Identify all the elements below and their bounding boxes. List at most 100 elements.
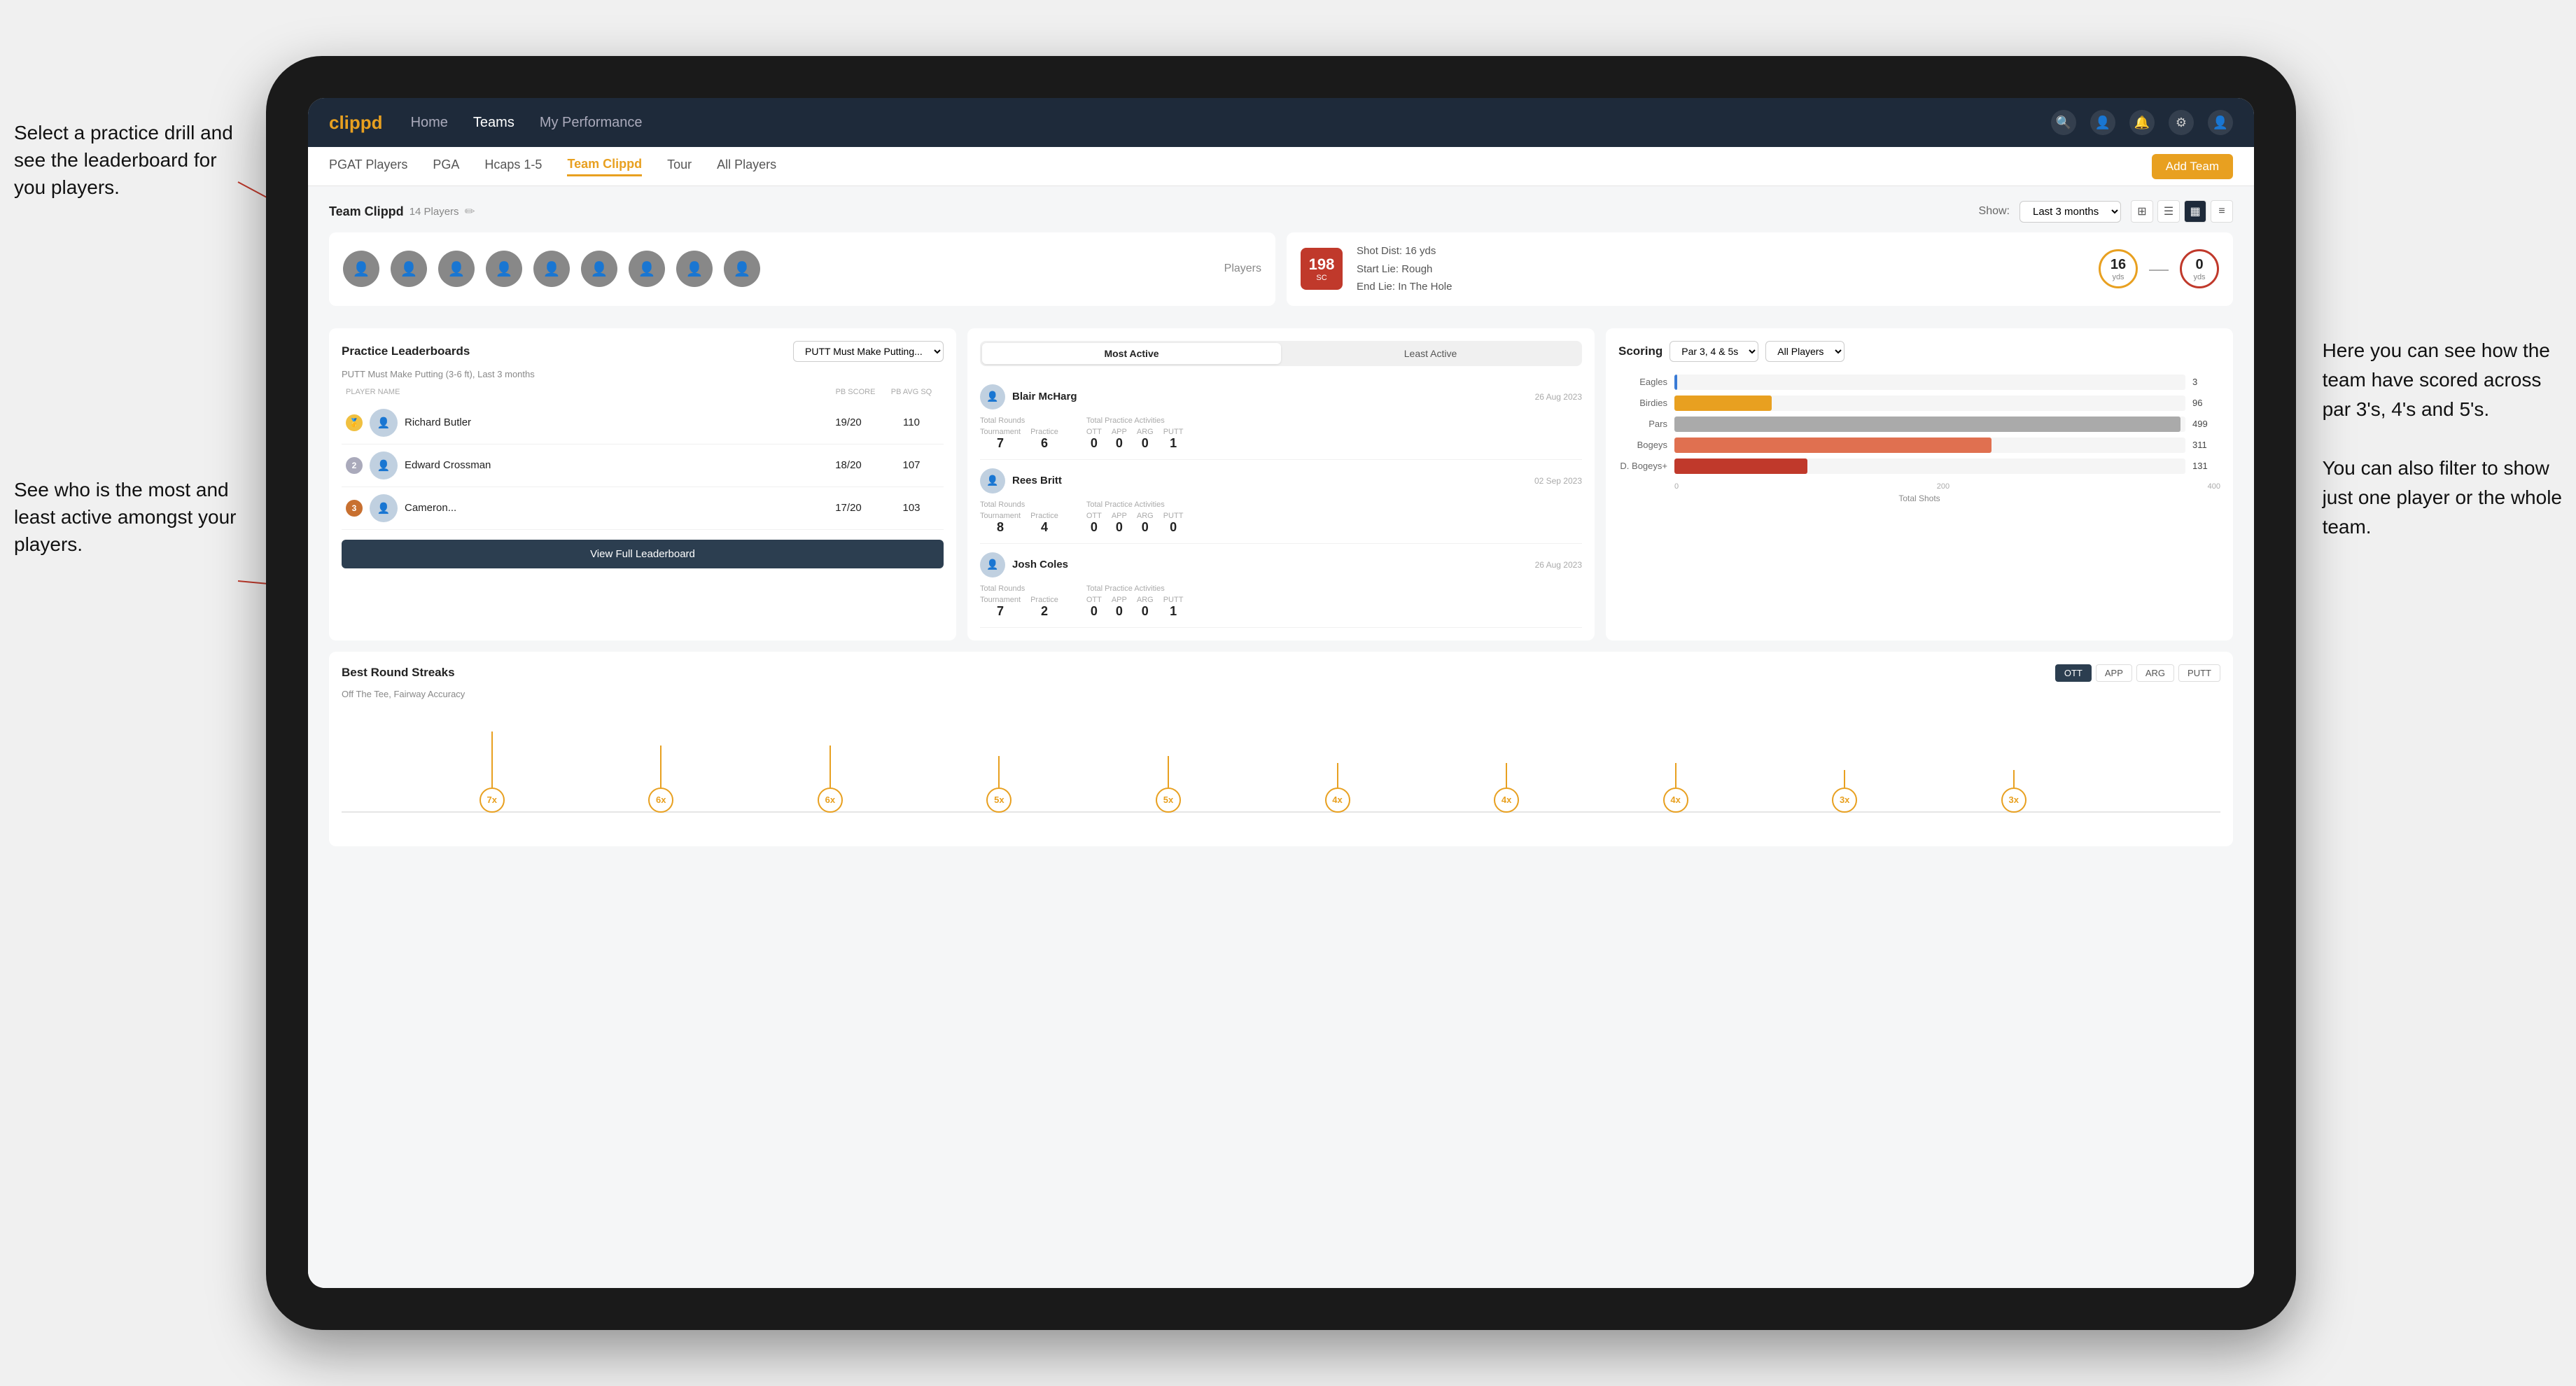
chart-bar-wrap-bogeys: [1674, 438, 2185, 453]
tab-least-active[interactable]: Least Active: [1281, 343, 1580, 364]
player-avatar-4[interactable]: 👤: [486, 251, 522, 287]
chart-label-pars: Pars: [1618, 419, 1667, 429]
streaks-tab-arg[interactable]: ARG: [2136, 664, 2174, 682]
par-filter-select[interactable]: Par 3, 4 & 5s: [1670, 341, 1758, 362]
streak-circle: 4x: [1663, 788, 1688, 813]
nav-item-teams[interactable]: Teams: [473, 115, 514, 131]
lb-score-1: 19/20: [820, 416, 876, 428]
shot-card: 198 SC Shot Dist: 16 yds Start Lie: Roug…: [1287, 232, 2233, 306]
lb-row-1: 🥇 👤 Richard Butler 19/20 110: [342, 402, 944, 444]
subnav-pga[interactable]: PGA: [433, 158, 459, 175]
shot-info: Shot Dist: 16 yds Start Lie: Rough End L…: [1357, 242, 1452, 296]
settings-icon[interactable]: ⚙: [2169, 110, 2194, 135]
activity-stats-2: Total Rounds Tournament8 Practice4 Total…: [980, 500, 1582, 535]
lb-rank-1: 🥇: [346, 414, 363, 431]
shot-circle-2: 0 yds: [2180, 249, 2219, 288]
streaks-chart: 7x6x6x5x5x4x4x4x3x3x: [342, 708, 2220, 834]
activity-stats-1: Total Rounds Tournament 7 Practice 6: [980, 416, 1582, 451]
subnav-tour[interactable]: Tour: [667, 158, 692, 175]
chart-bar-pars: [1674, 416, 2180, 432]
chart-row-pars: Pars 499: [1618, 416, 2220, 432]
lb-name-3: Cameron...: [405, 502, 813, 514]
shot-badge: 198 SC: [1301, 248, 1343, 290]
activity-player-1: 👤 Blair McHarg 26 Aug 2023 Total Rounds …: [980, 376, 1582, 460]
practice-activities-group-1: Total Practice Activities OTT0 APP0 ARG0…: [1086, 416, 1184, 451]
lb-avg-2: 107: [883, 459, 939, 471]
show-period-select[interactable]: Last 3 months: [2019, 201, 2121, 223]
activity-date-2: 02 Sep 2023: [1534, 476, 1582, 486]
lb-score-2: 18/20: [820, 459, 876, 471]
player-avatar-5[interactable]: 👤: [533, 251, 570, 287]
player-filter-select[interactable]: All Players: [1765, 341, 1844, 362]
avatar-icon[interactable]: 👤: [2208, 110, 2233, 135]
add-team-button[interactable]: Add Team: [2152, 154, 2233, 179]
nav-item-performance[interactable]: My Performance: [540, 115, 643, 131]
chart-val-eagles: 3: [2192, 377, 2220, 387]
ipad-frame: clippd Home Teams My Performance 🔍 👤 🔔 ⚙…: [266, 56, 2296, 1330]
streaks-tab-app[interactable]: APP: [2096, 664, 2132, 682]
streak-point: 3x: [2001, 770, 2026, 813]
total-rounds-group-2: Total Rounds Tournament8 Practice4: [980, 500, 1058, 535]
player-avatar-7[interactable]: 👤: [629, 251, 665, 287]
player-avatar-1[interactable]: 👤: [343, 251, 379, 287]
activity-name-2: Rees Britt: [1012, 475, 1527, 486]
activity-date-3: 26 Aug 2023: [1535, 560, 1582, 570]
subnav-hcaps[interactable]: Hcaps 1-5: [484, 158, 542, 175]
streak-point: 4x: [1494, 763, 1519, 813]
practice-activities-group-3: Total Practice Activities OTT0 APP0 ARG0…: [1086, 584, 1184, 619]
people-icon[interactable]: 👤: [2090, 110, 2115, 135]
scoring-title: Scoring: [1618, 344, 1662, 358]
subnav-all-players[interactable]: All Players: [717, 158, 776, 175]
streaks-tab-putt[interactable]: PUTT: [2178, 664, 2220, 682]
card-view-btn[interactable]: ▦: [2184, 200, 2206, 223]
subnav-pgat[interactable]: PGAT Players: [329, 158, 407, 175]
streak-circle: 7x: [479, 788, 505, 813]
streak-point: 6x: [648, 746, 673, 813]
activity-name-3: Josh Coles: [1012, 559, 1528, 570]
activity-avatar-3: 👤: [980, 552, 1005, 578]
chart-bar-wrap-birdies: [1674, 396, 2185, 411]
team-title: Team Clippd 14 Players ✏: [329, 204, 475, 219]
activity-avatar-1: 👤: [980, 384, 1005, 410]
lb-avatar-2: 👤: [370, 451, 398, 479]
player-avatar-2[interactable]: 👤: [391, 251, 427, 287]
ipad-screen: clippd Home Teams My Performance 🔍 👤 🔔 ⚙…: [308, 98, 2254, 1288]
list-view-btn[interactable]: ☰: [2157, 200, 2180, 223]
table-view-btn[interactable]: ≡: [2211, 200, 2233, 223]
tab-most-active[interactable]: Most Active: [982, 343, 1281, 364]
view-full-leaderboard-button[interactable]: View Full Leaderboard: [342, 540, 944, 568]
player-avatar-6[interactable]: 👤: [581, 251, 617, 287]
chart-bar-wrap-dbogeys: [1674, 458, 2185, 474]
activity-panel: Most Active Least Active 👤 Blair McHarg …: [967, 328, 1595, 640]
activity-date-1: 26 Aug 2023: [1535, 392, 1582, 402]
chart-label-bogeys: Bogeys: [1618, 440, 1667, 450]
nav-item-home[interactable]: Home: [411, 115, 448, 131]
subnav-team-clippd[interactable]: Team Clippd: [567, 157, 642, 176]
lb-rank-2: 2: [346, 457, 363, 474]
grid-view-btn[interactable]: ⊞: [2131, 200, 2153, 223]
edit-icon[interactable]: ✏: [465, 204, 475, 219]
player-avatar-8[interactable]: 👤: [676, 251, 713, 287]
drill-select[interactable]: PUTT Must Make Putting...: [793, 341, 944, 362]
streak-circle: 4x: [1494, 788, 1519, 813]
lb-name-1: Richard Butler: [405, 416, 813, 428]
players-label: Players: [1224, 262, 1261, 275]
streaks-panel: Best Round Streaks OTT APP ARG PUTT Off …: [329, 652, 2233, 846]
activity-player-3-header: 👤 Josh Coles 26 Aug 2023: [980, 552, 1582, 578]
main-grid: Practice Leaderboards PUTT Must Make Put…: [329, 328, 2233, 640]
player-avatar-3[interactable]: 👤: [438, 251, 475, 287]
annotation-bottom-left: See who is the most and least active amo…: [14, 476, 252, 559]
chart-row-dbogeys: D. Bogeys+ 131: [1618, 458, 2220, 474]
player-avatar-9[interactable]: 👤: [724, 251, 760, 287]
nav-icon-group: 🔍 👤 🔔 ⚙ 👤: [2051, 110, 2233, 135]
bell-icon[interactable]: 🔔: [2129, 110, 2155, 135]
search-icon[interactable]: 🔍: [2051, 110, 2076, 135]
team-header: Team Clippd 14 Players ✏ Show: Last 3 mo…: [329, 200, 2233, 223]
lb-avatar-1: 👤: [370, 409, 398, 437]
team-controls: Show: Last 3 months ⊞ ☰ ▦ ≡: [1979, 200, 2233, 223]
total-rounds-group-1: Total Rounds Tournament 7 Practice 6: [980, 416, 1058, 451]
top-nav: clippd Home Teams My Performance 🔍 👤 🔔 ⚙…: [308, 98, 2254, 147]
annotation-top-right: Here you can see how the team have score…: [2323, 336, 2562, 542]
show-label: Show:: [1979, 205, 2010, 218]
streaks-tab-ott[interactable]: OTT: [2055, 664, 2092, 682]
